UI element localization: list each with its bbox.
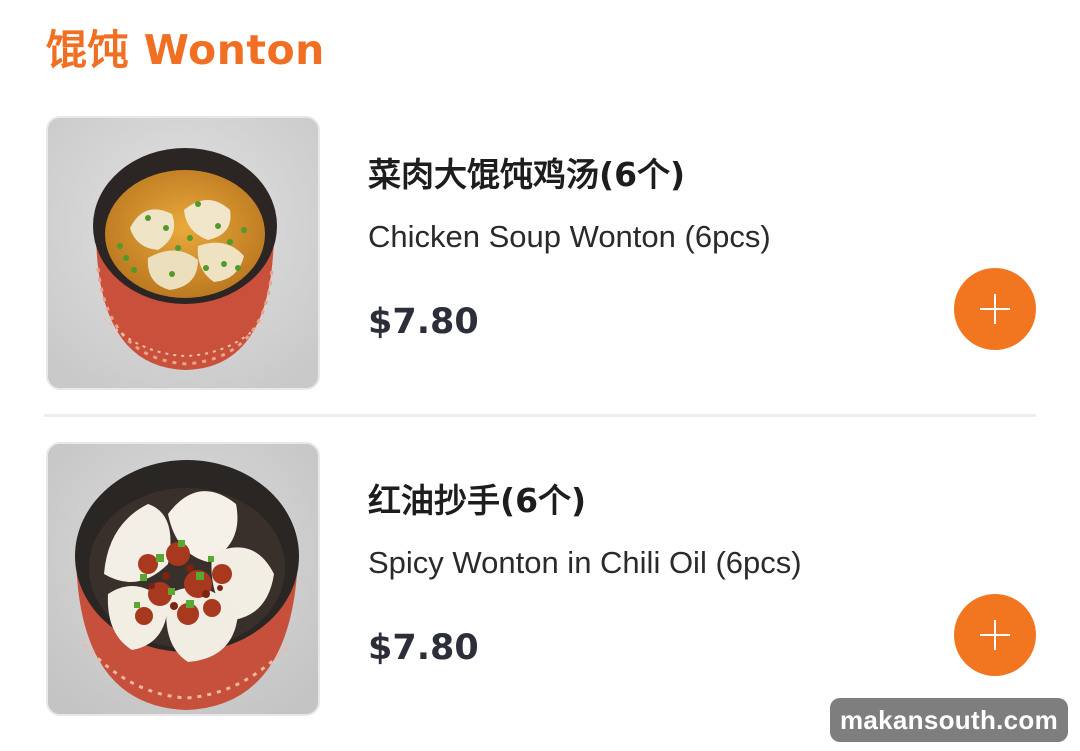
watermark: makansouth.com [830, 698, 1068, 742]
item-price: $7.80 [368, 628, 479, 668]
item-name-cn: 菜肉大馄饨鸡汤(6个) [368, 155, 686, 194]
add-to-cart-button[interactable] [954, 594, 1036, 676]
menu-item[interactable]: 红油抄手(6个) Spicy Wonton in Chili Oil (6pcs… [44, 440, 1036, 718]
add-to-cart-button[interactable] [954, 268, 1036, 350]
section-title: 馄饨 Wonton [46, 26, 325, 74]
chicken-soup-wonton-photo [48, 118, 318, 388]
item-photo[interactable] [46, 116, 320, 390]
item-price: $7.80 [368, 302, 479, 342]
spicy-wonton-chili-oil-photo [48, 444, 318, 714]
item-name-en: Chicken Soup Wonton (6pcs) [368, 219, 771, 254]
menu-item[interactable]: 菜肉大馄饨鸡汤(6个) Chicken Soup Wonton (6pcs) $… [44, 114, 1036, 392]
item-photo[interactable] [46, 442, 320, 716]
item-name-en: Spicy Wonton in Chili Oil (6pcs) [368, 545, 802, 580]
plus-icon [994, 620, 996, 650]
item-name-cn: 红油抄手(6个) [368, 481, 587, 520]
plus-icon [994, 294, 996, 324]
divider [44, 414, 1036, 417]
menu-page: 馄饨 Wonton 菜肉大馄饨鸡汤(6个) Chicken Soup Wonto… [0, 0, 1080, 751]
